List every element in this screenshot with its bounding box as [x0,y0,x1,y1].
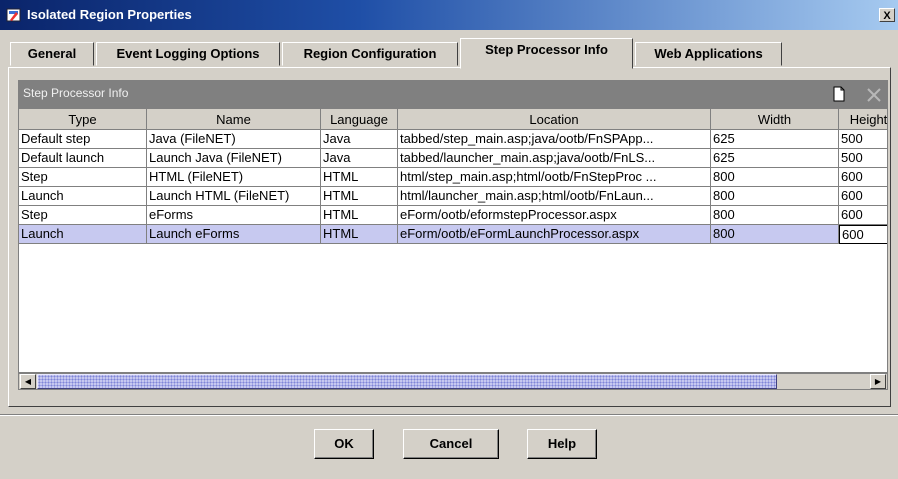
cell-height-focused[interactable]: 600 [839,225,887,244]
cell-language: Java [321,149,398,168]
cell-height: 500 [839,149,887,168]
table-header-row: Type Name Language Location Width Height [19,109,887,130]
cell-height: 500 [839,130,887,149]
column-header-width[interactable]: Width [711,109,839,130]
step-processor-table: Type Name Language Location Width Height… [18,108,888,373]
table-row-selected[interactable]: Launch Launch eForms HTML eForm/ootb/eFo… [19,225,887,244]
cell-type: Default step [19,130,147,149]
cell-type: Step [19,168,147,187]
cell-language: Java [321,130,398,149]
title-bar: Isolated Region Properties X [0,0,898,30]
cell-name: HTML (FileNET) [147,168,321,187]
close-button[interactable]: X [879,8,895,22]
scroll-right-arrow-icon[interactable]: ▶ [870,374,886,389]
column-header-name[interactable]: Name [147,109,321,130]
cell-name: Launch Java (FileNET) [147,149,321,168]
cell-width: 800 [711,187,839,206]
cell-height: 600 [839,187,887,206]
tab-step-processor-info[interactable]: Step Processor Info [460,38,633,69]
scrollbar-thumb[interactable] [37,374,777,389]
cell-language: HTML [321,206,398,225]
divider [0,414,898,416]
column-header-type[interactable]: Type [19,109,147,130]
cell-location: eForm/ootb/eformstepProcessor.aspx [398,206,711,225]
app-icon [6,8,21,22]
table-row[interactable]: Launch Launch HTML (FileNET) HTML html/l… [19,187,887,206]
window-title: Isolated Region Properties [27,7,192,22]
cell-name: Launch HTML (FileNET) [147,187,321,206]
cell-height: 600 [839,206,887,225]
new-document-icon[interactable] [831,86,847,102]
cell-type: Launch [19,225,147,244]
cell-location: tabbed/launcher_main.asp;java/ootb/FnLS.… [398,149,711,168]
tab-general[interactable]: General [10,42,94,66]
cell-type: Default launch [19,149,147,168]
help-button[interactable]: Help [527,429,597,459]
table-row[interactable]: Step HTML (FileNET) HTML html/step_main.… [19,168,887,187]
tab-event-logging-options[interactable]: Event Logging Options [96,42,280,66]
cell-width: 625 [711,149,839,168]
table-row[interactable]: Default launch Launch Java (FileNET) Jav… [19,149,887,168]
column-header-height[interactable]: Height [839,109,887,130]
horizontal-scrollbar[interactable]: ◀ ▶ [18,373,888,390]
cell-language: HTML [321,225,398,244]
cell-type: Step [19,206,147,225]
table-row[interactable]: Step eForms HTML eForm/ootb/eformstepPro… [19,206,887,225]
cell-location: html/launcher_main.asp;html/ootb/FnLaun.… [398,187,711,206]
cell-location: tabbed/step_main.asp;java/ootb/FnSPApp..… [398,130,711,149]
column-header-language[interactable]: Language [321,109,398,130]
cell-location: eForm/ootb/eFormLaunchProcessor.aspx [398,225,711,244]
cell-language: HTML [321,168,398,187]
section-header: Step Processor Info [18,80,888,108]
delete-x-icon[interactable] [866,87,882,103]
tab-strip: General Event Logging Options Region Con… [0,38,898,69]
cell-width: 800 [711,206,839,225]
cell-name: Java (FileNET) [147,130,321,149]
cell-type: Launch [19,187,147,206]
ok-button[interactable]: OK [314,429,374,459]
tab-region-configuration[interactable]: Region Configuration [282,42,458,66]
cell-height: 600 [839,168,887,187]
column-header-location[interactable]: Location [398,109,711,130]
cell-location: html/step_main.asp;html/ootb/FnStepProc … [398,168,711,187]
tab-web-applications[interactable]: Web Applications [635,42,782,66]
cell-name: eForms [147,206,321,225]
cancel-button[interactable]: Cancel [403,429,499,459]
scroll-left-arrow-icon[interactable]: ◀ [20,374,36,389]
section-title: Step Processor Info [23,86,129,100]
cell-width: 800 [711,225,839,244]
cell-width: 800 [711,168,839,187]
cell-name: Launch eForms [147,225,321,244]
cell-width: 625 [711,130,839,149]
table-row[interactable]: Default step Java (FileNET) Java tabbed/… [19,130,887,149]
cell-language: HTML [321,187,398,206]
